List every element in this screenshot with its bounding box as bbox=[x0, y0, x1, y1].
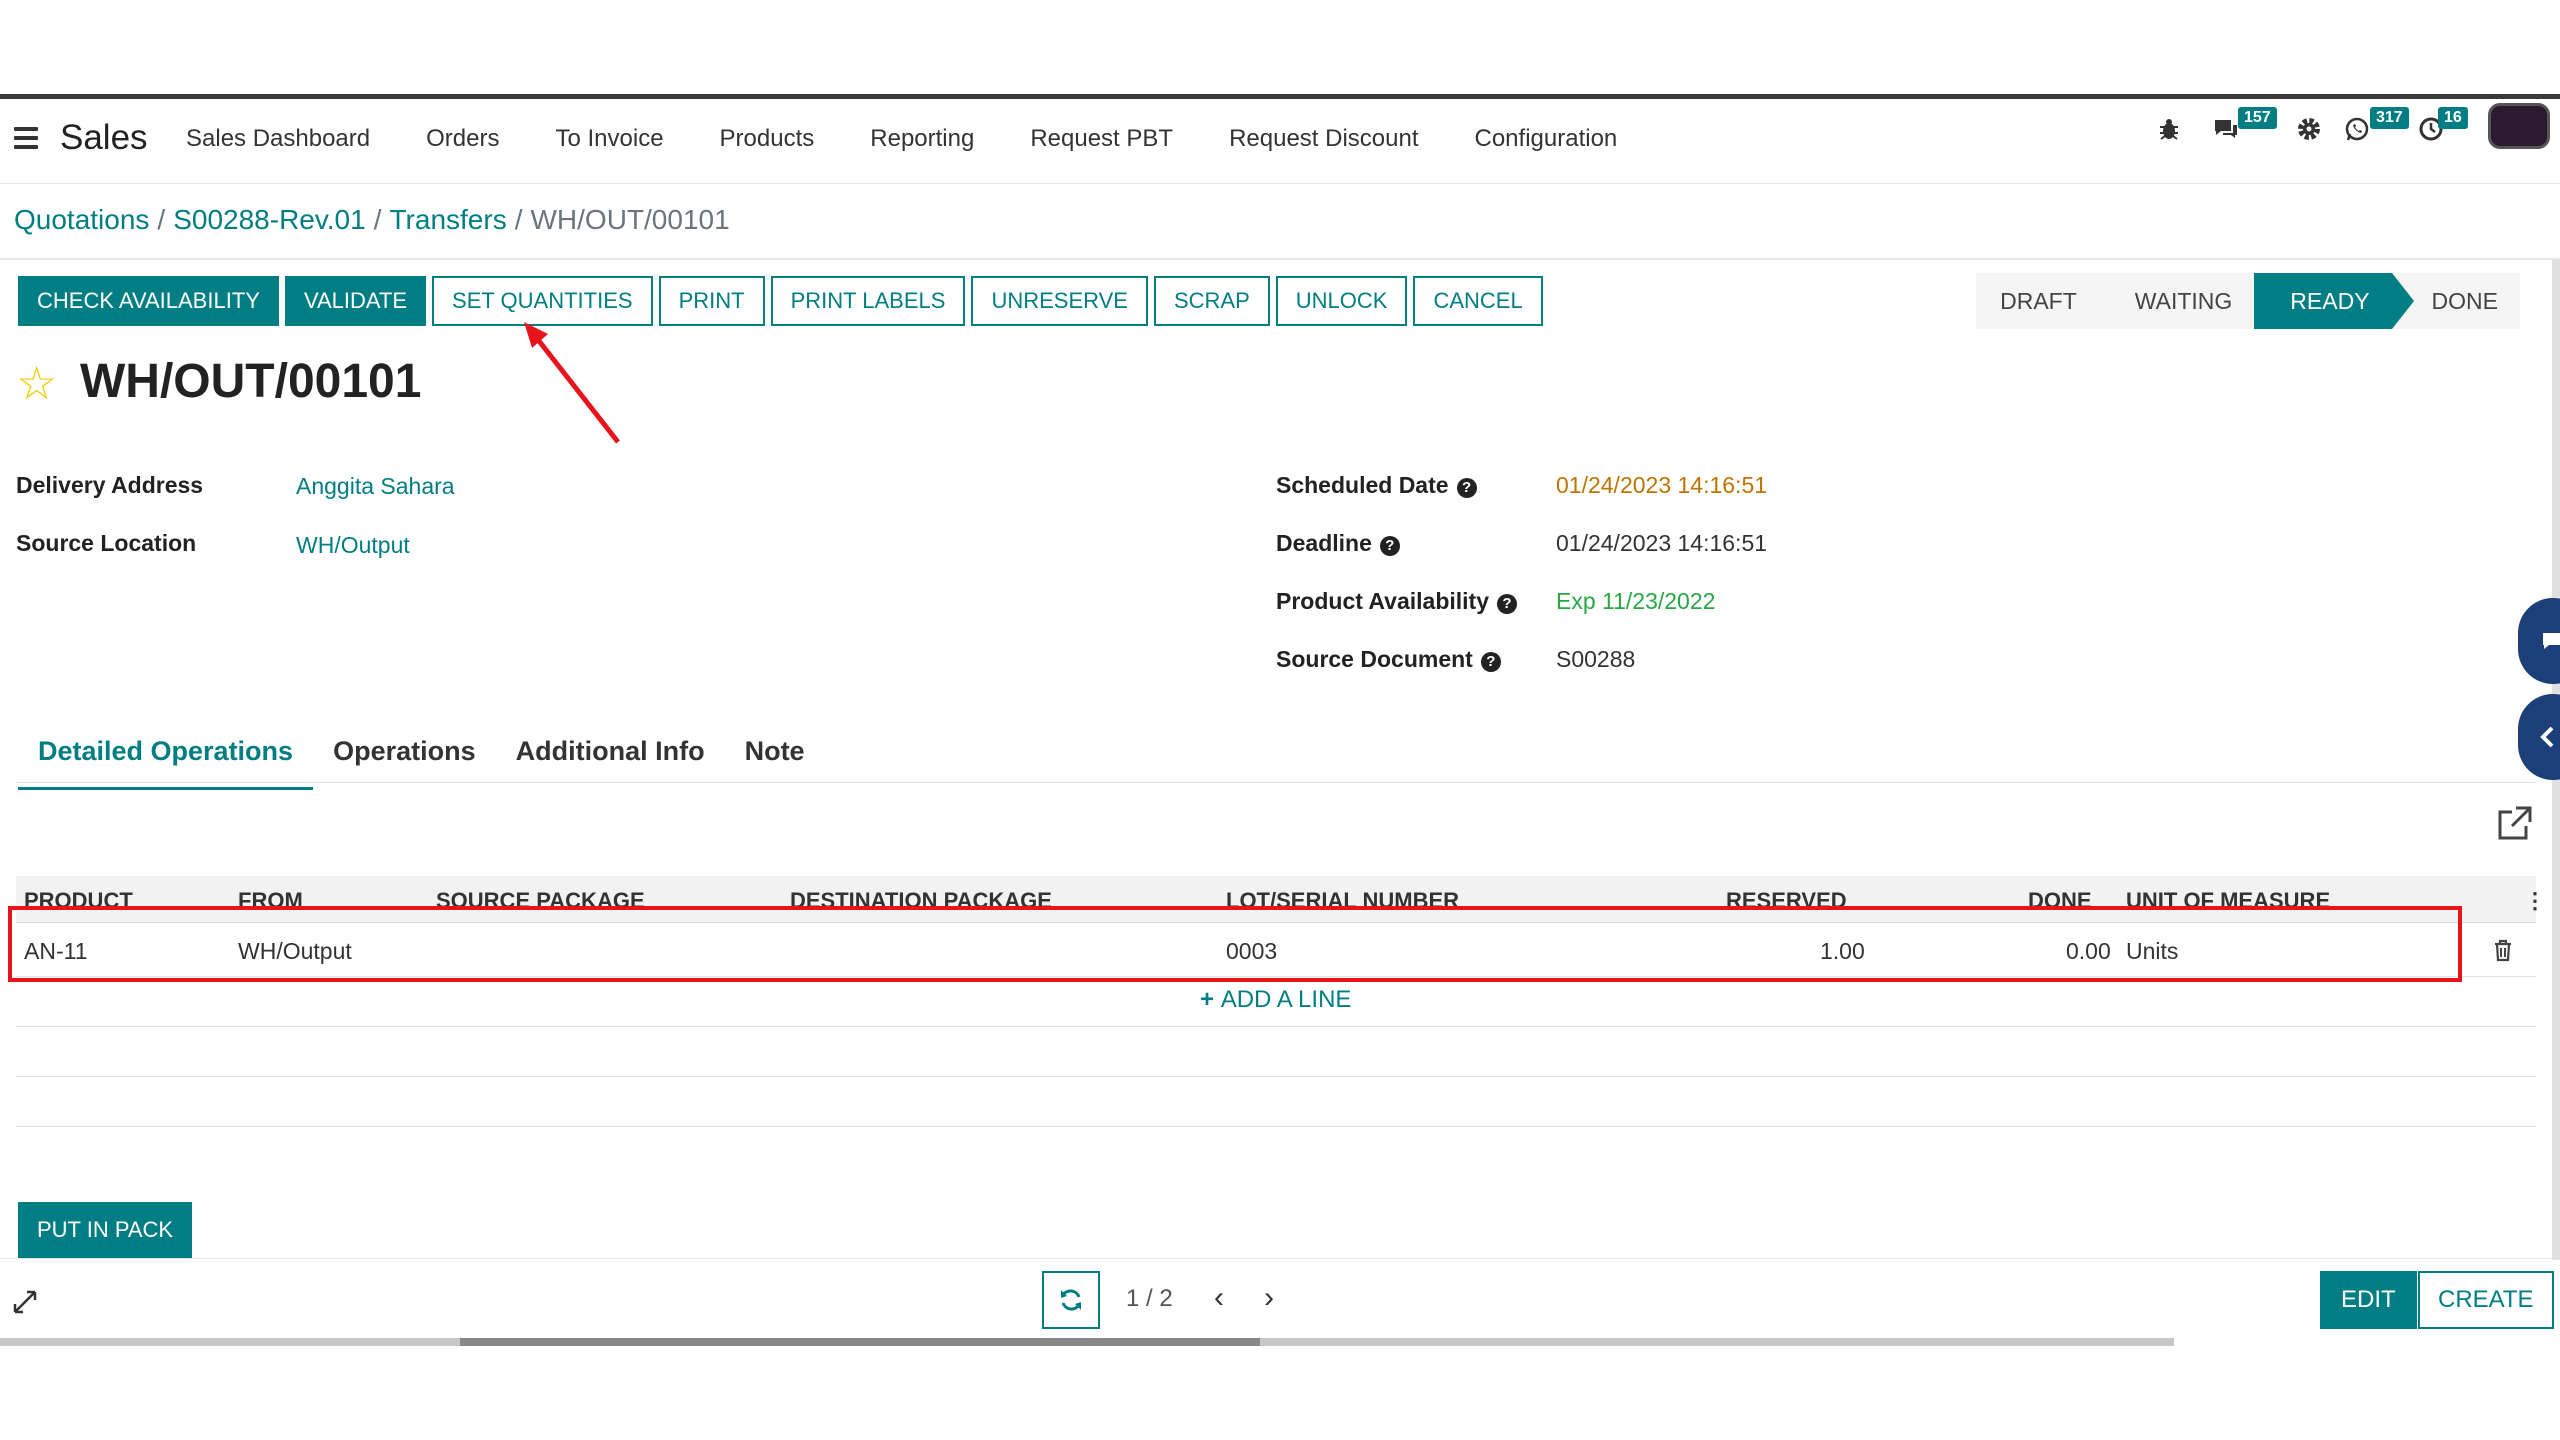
scrap-button[interactable]: SCRAP bbox=[1153, 276, 1270, 326]
deadline-value: 01/24/2023 14:16:51 bbox=[1556, 530, 1768, 556]
horizontal-scrollbar-thumb[interactable] bbox=[460, 1338, 1260, 1346]
footer-bar: 1 / 2 ‹ › EDIT CREATE bbox=[0, 1258, 2560, 1343]
bug-icon[interactable] bbox=[2158, 109, 2180, 149]
unreserve-button[interactable]: UNRESERVE bbox=[971, 276, 1148, 326]
breadcrumb-current: WH/OUT/00101 bbox=[530, 204, 730, 235]
print-button[interactable]: PRINT bbox=[658, 276, 765, 326]
deadline-label: Deadline? bbox=[1276, 530, 1400, 557]
other-count-badge: 16 bbox=[2438, 107, 2468, 129]
add-a-line-button[interactable]: + ADD A LINE bbox=[1200, 986, 1351, 1014]
gear-icon[interactable] bbox=[2296, 109, 2322, 149]
clock-icon[interactable]: 16 bbox=[2418, 107, 2468, 149]
breadcrumb-sale-order[interactable]: S00288-Rev.01 bbox=[173, 204, 366, 235]
main-navbar: Sales Sales Dashboard Orders To Invoice … bbox=[0, 99, 2560, 184]
put-in-pack-button[interactable]: PUT IN PACK bbox=[18, 1202, 193, 1258]
menu-sales-dashboard[interactable]: Sales Dashboard bbox=[186, 125, 370, 153]
status-waiting[interactable]: WAITING bbox=[2098, 273, 2255, 329]
divider bbox=[0, 258, 2560, 260]
breadcrumb-quotations[interactable]: Quotations bbox=[14, 204, 149, 235]
chevron-left-icon[interactable]: ‹ bbox=[1214, 1281, 1224, 1315]
help-icon[interactable]: ? bbox=[1456, 478, 1477, 498]
collapse-panel-button[interactable] bbox=[2518, 694, 2560, 780]
menu-request-pbt[interactable]: Request PBT bbox=[1030, 125, 1173, 153]
print-labels-button[interactable]: PRINT LABELS bbox=[770, 276, 966, 326]
status-draft[interactable]: DRAFT bbox=[1976, 273, 2099, 329]
create-button[interactable]: CREATE bbox=[2418, 1271, 2554, 1329]
activities-count-badge: 317 bbox=[2370, 107, 2409, 129]
chat-widget-button[interactable] bbox=[2518, 598, 2560, 684]
delivery-address-value[interactable]: Anggita Sahara bbox=[296, 473, 455, 500]
top-menu: Sales Dashboard Orders To Invoice Produc… bbox=[186, 125, 1617, 153]
annotation-highlight-box bbox=[8, 906, 2462, 982]
action-buttons: CHECK AVAILABILITY VALIDATE SET QUANTITI… bbox=[18, 276, 1543, 326]
validate-button[interactable]: VALIDATE bbox=[284, 276, 427, 326]
messages-icon[interactable]: 157 bbox=[2212, 107, 2277, 149]
tab-additional-info[interactable]: Additional Info bbox=[496, 730, 725, 790]
menu-configuration[interactable]: Configuration bbox=[1475, 125, 1618, 153]
tabs-divider bbox=[16, 782, 2536, 783]
column-options-icon[interactable]: ⋮ bbox=[2524, 888, 2546, 914]
check-availability-button[interactable]: CHECK AVAILABILITY bbox=[18, 276, 279, 326]
expand-icon[interactable] bbox=[12, 1289, 38, 1315]
source-location-label: Source Location bbox=[16, 530, 197, 556]
source-document-value: S00288 bbox=[1556, 646, 1636, 672]
cancel-button[interactable]: CANCEL bbox=[1413, 276, 1543, 326]
empty-row-line bbox=[16, 1076, 2536, 1077]
scheduled-date-value: 01/24/2023 14:16:51 bbox=[1556, 472, 1768, 498]
empty-row-line bbox=[16, 1126, 2536, 1127]
trash-icon[interactable] bbox=[2492, 938, 2514, 962]
breadcrumb: Quotations / S00288-Rev.01/Transfers / WH/OU… bbox=[14, 204, 730, 235]
source-location-value[interactable]: WH/Output bbox=[296, 532, 410, 559]
delivery-address-label: Delivery Address bbox=[16, 472, 204, 498]
menu-request-discount[interactable]: Request Discount bbox=[1229, 125, 1418, 153]
help-icon[interactable]: ? bbox=[1379, 536, 1400, 556]
tab-note[interactable]: Note bbox=[725, 730, 825, 790]
product-availability-label: Product Availability? bbox=[1276, 588, 1518, 615]
status-ready[interactable]: READY bbox=[2254, 273, 2414, 329]
app-name[interactable]: Sales bbox=[60, 118, 148, 158]
refresh-icon bbox=[1061, 1289, 1081, 1311]
menu-to-invoice[interactable]: To Invoice bbox=[555, 125, 663, 153]
chat-icon bbox=[2543, 633, 2560, 649]
refresh-button[interactable] bbox=[1042, 1271, 1100, 1329]
unlock-button[interactable]: UNLOCK bbox=[1275, 276, 1408, 326]
menu-reporting[interactable]: Reporting bbox=[870, 125, 974, 153]
status-bar: DRAFT WAITING READY DONE bbox=[1976, 273, 2520, 329]
menu-products[interactable]: Products bbox=[720, 125, 815, 153]
whatsapp-icon[interactable]: 317 bbox=[2344, 107, 2409, 149]
scheduled-date-label: Scheduled Date? bbox=[1276, 472, 1477, 499]
edit-button[interactable]: EDIT bbox=[2320, 1271, 2417, 1329]
hamburger-menu-icon[interactable] bbox=[14, 127, 38, 149]
external-link-icon[interactable] bbox=[2494, 804, 2534, 844]
plus-icon: + bbox=[1200, 986, 1221, 1013]
favorite-star-icon[interactable]: ☆ bbox=[16, 360, 57, 406]
empty-row-line bbox=[16, 1026, 2536, 1027]
messages-count-badge: 157 bbox=[2238, 107, 2277, 129]
chevron-right-icon[interactable]: › bbox=[1264, 1281, 1274, 1315]
user-avatar[interactable] bbox=[2488, 103, 2550, 149]
tab-detailed-operations[interactable]: Detailed Operations bbox=[18, 730, 314, 790]
record-title: WH/OUT/00101 bbox=[80, 355, 422, 408]
tab-operations[interactable]: Operations bbox=[313, 730, 496, 790]
menu-orders[interactable]: Orders bbox=[426, 125, 499, 153]
breadcrumb-transfers[interactable]: Transfers bbox=[389, 204, 506, 235]
help-icon[interactable]: ? bbox=[1497, 594, 1518, 614]
help-icon[interactable]: ? bbox=[1480, 652, 1501, 672]
notebook-tabs: Detailed Operations Operations Additiona… bbox=[18, 730, 825, 790]
add-a-line-label: ADD A LINE bbox=[1220, 986, 1352, 1013]
annotation-arrow-icon bbox=[524, 322, 620, 444]
product-availability-value: Exp 11/23/2022 bbox=[1556, 588, 1716, 614]
pager-value[interactable]: 1 / 2 bbox=[1126, 1285, 1173, 1313]
source-document-label: Source Document? bbox=[1276, 646, 1501, 673]
chevron-left-icon bbox=[2540, 726, 2554, 748]
